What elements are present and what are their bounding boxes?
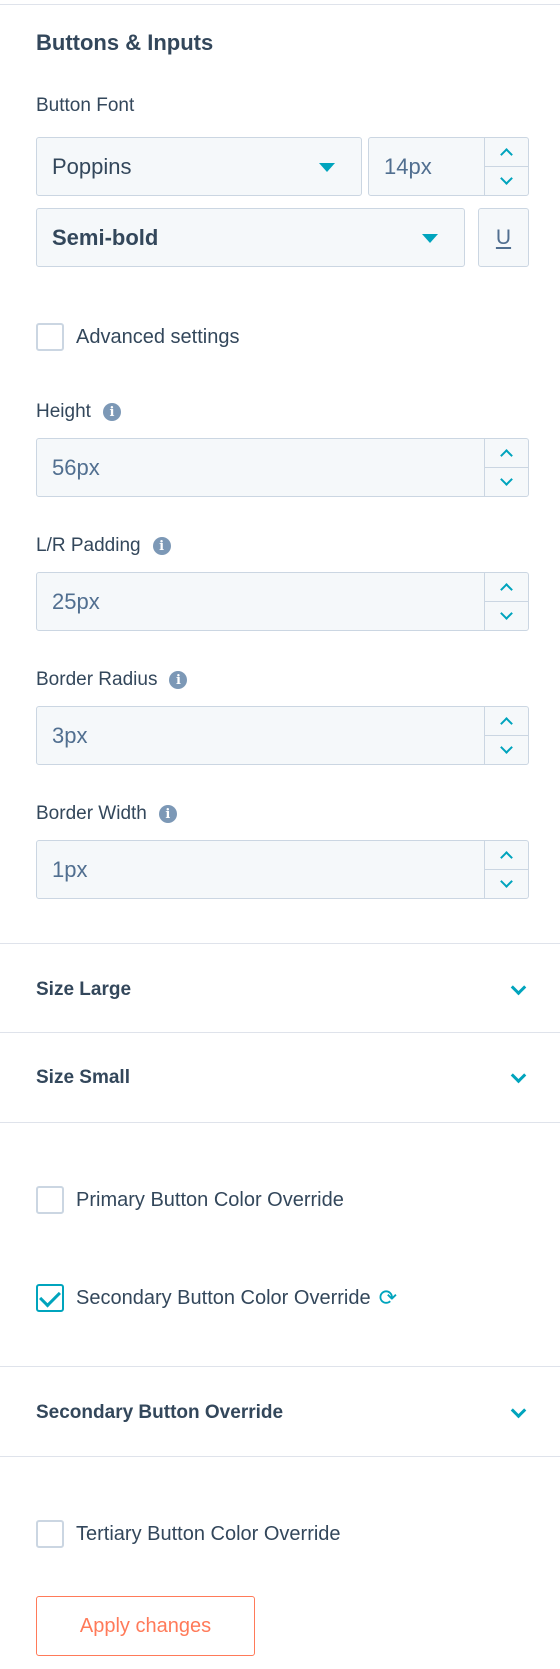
accordion-secondary-override[interactable]: Secondary Button Override: [0, 1372, 560, 1454]
lr-padding-increment[interactable]: [485, 573, 528, 601]
chevron-down-icon: [500, 473, 513, 486]
border-width-label: Border Width i: [36, 803, 177, 825]
divider: [0, 1032, 560, 1033]
accordion-size-small[interactable]: Size Small: [0, 1037, 560, 1119]
border-radius-label-text: Border Radius: [36, 669, 158, 690]
border-width-label-text: Border Width: [36, 803, 147, 824]
chevron-down-icon: [510, 1402, 527, 1419]
info-icon[interactable]: i: [158, 805, 177, 823]
underline-toggle-button[interactable]: U: [478, 208, 529, 267]
chevron-up-icon: [500, 583, 513, 596]
button-font-label: Button Font: [36, 95, 134, 117]
primary-override-label: Primary Button Color Override: [76, 1188, 344, 1211]
lr-padding-stepper-buttons: [484, 573, 528, 630]
border-width-stepper-buttons: [484, 841, 528, 898]
accordion-size-large-title: Size Large: [36, 979, 132, 1000]
buttons-inputs-panel: Buttons & Inputs Button Font Poppins 14p…: [0, 0, 560, 1669]
divider: [0, 1456, 560, 1457]
primary-override-checkbox[interactable]: [36, 1186, 64, 1214]
font-weight-select[interactable]: Semi-bold: [36, 208, 465, 267]
accordion-size-small-title: Size Small: [36, 1067, 130, 1088]
secondary-override-label: Secondary Button Color Override: [76, 1286, 371, 1309]
chevron-up-icon: [500, 717, 513, 730]
font-size-increment[interactable]: [485, 138, 528, 166]
border-width-increment[interactable]: [485, 841, 528, 869]
accordion-secondary-override-title: Secondary Button Override: [36, 1402, 284, 1423]
top-divider: [0, 4, 560, 5]
chevron-down-icon: [500, 172, 513, 185]
lr-padding-stepper[interactable]: 25px: [36, 572, 529, 631]
font-weight-value: Semi-bold: [52, 224, 159, 250]
divider: [0, 943, 560, 944]
chevron-down-icon: [500, 741, 513, 754]
info-icon[interactable]: i: [169, 671, 188, 689]
lr-padding-label-text: L/R Padding: [36, 535, 141, 556]
info-icon[interactable]: i: [102, 403, 121, 421]
chevron-down-icon: [510, 1067, 527, 1084]
border-radius-stepper-buttons: [484, 707, 528, 764]
font-size-decrement[interactable]: [485, 166, 528, 195]
primary-override-row[interactable]: Primary Button Color Override: [36, 1186, 344, 1214]
border-radius-increment[interactable]: [485, 707, 528, 735]
divider: [0, 1122, 560, 1123]
height-stepper-buttons: [484, 439, 528, 496]
font-family-select[interactable]: Poppins: [36, 137, 362, 196]
advanced-settings-label: Advanced settings: [76, 325, 240, 348]
refresh-icon[interactable]: ⟳: [379, 1287, 397, 1309]
lr-padding-decrement[interactable]: [485, 601, 528, 630]
border-width-value: 1px: [52, 856, 88, 882]
height-stepper[interactable]: 56px: [36, 438, 529, 497]
info-icon[interactable]: i: [152, 537, 171, 555]
height-label-text: Height: [36, 401, 91, 422]
border-radius-label: Border Radius i: [36, 669, 188, 691]
border-radius-value: 3px: [52, 722, 88, 748]
font-family-value: Poppins: [52, 153, 132, 179]
font-size-value: 14px: [384, 153, 432, 179]
caret-down-icon: [422, 233, 438, 243]
advanced-settings-row[interactable]: Advanced settings: [36, 323, 239, 351]
font-size-stepper[interactable]: 14px: [368, 137, 529, 196]
underline-icon: U: [495, 225, 512, 249]
section-title: Buttons & Inputs: [36, 30, 214, 55]
tertiary-override-row[interactable]: Tertiary Button Color Override: [36, 1520, 341, 1548]
tertiary-override-checkbox[interactable]: [36, 1520, 64, 1548]
border-width-stepper[interactable]: 1px: [36, 840, 529, 899]
chevron-up-icon: [500, 851, 513, 864]
chevron-down-icon: [500, 607, 513, 620]
height-label: Height i: [36, 401, 121, 423]
height-value: 56px: [52, 454, 100, 480]
height-increment[interactable]: [485, 439, 528, 467]
advanced-settings-checkbox[interactable]: [36, 323, 64, 351]
chevron-down-icon: [500, 875, 513, 888]
accordion-size-large[interactable]: Size Large: [0, 949, 560, 1031]
caret-down-icon: [319, 162, 335, 172]
border-width-decrement[interactable]: [485, 869, 528, 898]
secondary-override-row[interactable]: Secondary Button Color Override ⟳: [36, 1284, 397, 1312]
lr-padding-value: 25px: [52, 588, 100, 614]
secondary-override-checkbox[interactable]: [36, 1284, 64, 1312]
lr-padding-label: L/R Padding i: [36, 535, 171, 557]
height-decrement[interactable]: [485, 467, 528, 496]
apply-changes-button[interactable]: Apply changes: [36, 1596, 255, 1656]
chevron-up-icon: [500, 148, 513, 161]
tertiary-override-label: Tertiary Button Color Override: [76, 1522, 341, 1545]
border-radius-decrement[interactable]: [485, 735, 528, 764]
font-size-stepper-buttons: [484, 138, 528, 195]
chevron-up-icon: [500, 449, 513, 462]
divider: [0, 1366, 560, 1367]
check-icon: [39, 1285, 61, 1307]
border-radius-stepper[interactable]: 3px: [36, 706, 529, 765]
chevron-down-icon: [510, 979, 527, 996]
button-font-label-text: Button Font: [36, 95, 135, 116]
